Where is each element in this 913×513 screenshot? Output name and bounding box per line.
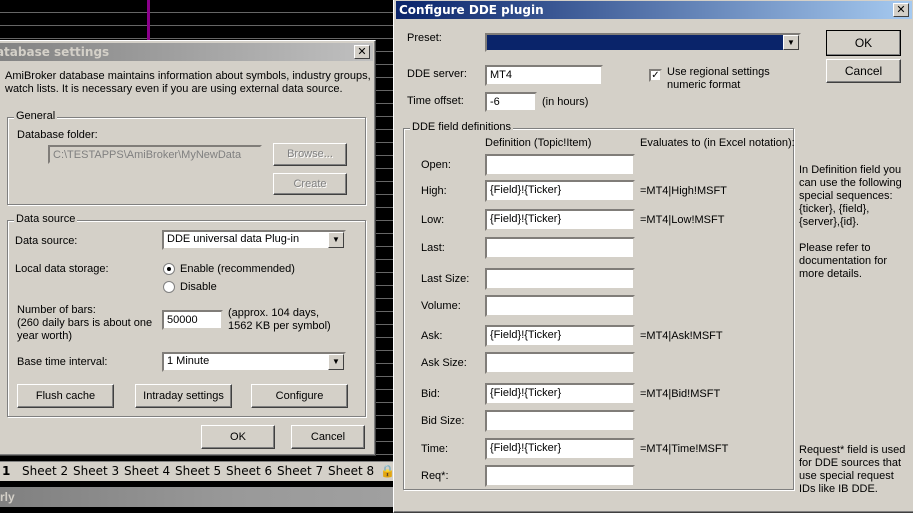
bottom-title: rly <box>0 490 15 504</box>
bars-input[interactable]: 50000 <box>162 310 223 330</box>
field-label: Bid: <box>421 388 440 400</box>
field-definition-input[interactable] <box>485 268 635 290</box>
preset-label: Preset: <box>407 32 442 44</box>
bars-hint2: year worth) <box>17 330 73 342</box>
disable-radio[interactable] <box>163 281 175 293</box>
field-label: Req*: <box>421 470 449 482</box>
sheet-tab[interactable]: Sheet 3 <box>73 464 119 478</box>
title-bar[interactable]: Configure DDE plugin ✕ <box>396 1 912 19</box>
cancel-button[interactable]: Cancel <box>291 425 365 449</box>
field-definition-input[interactable] <box>485 465 635 487</box>
field-definition-input[interactable] <box>485 410 635 432</box>
create-button[interactable]: Create <box>273 173 347 195</box>
sheet-tab[interactable]: 1 <box>2 464 10 478</box>
help-text-docs: Please refer to documentation for more d… <box>799 242 888 280</box>
bars-hint: (260 daily bars is about one <box>17 317 153 329</box>
chevron-down-icon[interactable]: ▼ <box>328 354 344 370</box>
data-source-label: Data source: <box>15 235 78 247</box>
group-label: General <box>14 110 58 122</box>
field-evaluation: =MT4|High!MSFT <box>640 185 727 197</box>
data-source-select[interactable]: DDE universal data Plug-in ▼ <box>162 230 346 250</box>
help-text-request: Request* field is used for DDE sources t… <box>799 444 906 495</box>
field-label: Bid Size: <box>421 415 465 427</box>
configure-button[interactable]: Configure <box>251 384 348 408</box>
field-definition-input[interactable] <box>485 295 635 317</box>
field-definition-input[interactable]: {Field}!{Ticker} <box>485 383 635 405</box>
enable-label: Enable (recommended) <box>180 263 295 275</box>
offset-input[interactable]: -6 <box>485 92 537 112</box>
regional-checkbox[interactable]: ✓ <box>649 69 662 82</box>
sheet-tab[interactable]: Sheet 5 <box>175 464 221 478</box>
bottom-title-bar: rly <box>0 487 393 507</box>
field-evaluation: =MT4|Time!MSFT <box>640 443 729 455</box>
browse-button[interactable]: Browse... <box>273 143 347 166</box>
evaluates-header: Evaluates to (in Excel notation): <box>640 137 795 149</box>
description-line1: AmiBroker database maintains information… <box>5 70 371 82</box>
ok-button[interactable]: OK <box>826 30 901 56</box>
server-label: DDE server: <box>407 68 467 80</box>
bars-label: Number of bars: <box>17 304 96 316</box>
sheet-tabs: 1 Sheet 2 Sheet 3 Sheet 4 Sheet 5 Sheet … <box>0 461 395 481</box>
field-evaluation: =MT4|Ask!MSFT <box>640 330 723 342</box>
storage-label: Local data storage: <box>15 263 109 275</box>
disable-label: Disable <box>180 281 217 293</box>
interval-label: Base time interval: <box>17 356 108 368</box>
field-definition-input[interactable] <box>485 352 635 374</box>
flush-cache-button[interactable]: Flush cache <box>17 384 114 408</box>
regional-label: Use regional settings <box>667 66 770 78</box>
field-definition-input[interactable]: {Field}!{Ticker} <box>485 438 635 460</box>
bars-note: (approx. 104 days, <box>228 307 320 319</box>
intraday-settings-button[interactable]: Intraday settings <box>135 384 232 408</box>
field-label: Last: <box>421 242 445 254</box>
field-definition-input[interactable]: {Field}!{Ticker} <box>485 180 635 202</box>
chart-marker-line <box>147 0 150 40</box>
field-definition-input[interactable]: {Field}!{Ticker} <box>485 325 635 347</box>
group-label: DDE field definitions <box>410 121 514 133</box>
field-label: Low: <box>421 214 445 226</box>
sheet-tab[interactable]: Sheet 8 <box>328 464 374 478</box>
description-line2: watch lists. It is necessary even if you… <box>5 83 343 95</box>
close-button[interactable]: ✕ <box>354 45 370 59</box>
sheet-tab[interactable]: Sheet 2 <box>22 464 68 478</box>
regional-label2: numeric format <box>667 79 741 91</box>
chevron-down-icon[interactable]: ▼ <box>328 232 344 248</box>
bars-note2: 1562 KB per symbol) <box>228 320 331 332</box>
offset-label: Time offset: <box>407 95 464 107</box>
selected-value: DDE universal data Plug-in <box>167 233 300 245</box>
field-label: Ask Size: <box>421 357 467 369</box>
field-definition-input[interactable]: {Field}!{Ticker} <box>485 209 635 231</box>
field-label: Ask: <box>421 330 443 342</box>
field-evaluation: =MT4|Bid!MSFT <box>640 388 721 400</box>
sheet-tab[interactable]: Sheet 4 <box>124 464 170 478</box>
field-label: Volume: <box>421 300 461 312</box>
server-input[interactable]: MT4 <box>485 65 603 86</box>
offset-unit: (in hours) <box>542 96 589 108</box>
sheet-tab[interactable]: Sheet 7 <box>277 464 323 478</box>
dialog-title: Database settings <box>0 45 110 59</box>
folder-input[interactable]: C:\TESTAPPS\AmiBroker\MyNewData <box>48 145 262 164</box>
preset-select[interactable]: ▼ <box>485 33 801 52</box>
dialog-title: Configure DDE plugin <box>399 3 544 17</box>
enable-radio[interactable] <box>163 263 175 275</box>
help-text-sequences: In Definition field you can use the foll… <box>799 164 902 228</box>
close-button[interactable]: ✕ <box>893 3 909 17</box>
field-label: Last Size: <box>421 273 470 285</box>
definition-header: Definition (Topic!Item) <box>485 137 592 149</box>
ok-button[interactable]: OK <box>201 425 275 449</box>
sheet-tab[interactable]: Sheet 6 <box>226 464 272 478</box>
title-bar[interactable]: Database settings ✕ <box>0 43 373 61</box>
field-label: Time: <box>421 443 449 455</box>
field-definition-input[interactable] <box>485 237 635 259</box>
interval-select[interactable]: 1 Minute ▼ <box>162 352 346 372</box>
field-definition-input[interactable] <box>485 154 635 176</box>
field-label: Open: <box>421 159 451 171</box>
folder-label: Database folder: <box>17 129 98 141</box>
group-label: Data source <box>14 213 78 225</box>
cancel-button[interactable]: Cancel <box>826 59 901 83</box>
chevron-down-icon[interactable]: ▼ <box>783 35 799 50</box>
field-evaluation: =MT4|Low!MSFT <box>640 214 725 226</box>
field-label: High: <box>421 185 447 197</box>
selected-value: 1 Minute <box>167 355 210 367</box>
